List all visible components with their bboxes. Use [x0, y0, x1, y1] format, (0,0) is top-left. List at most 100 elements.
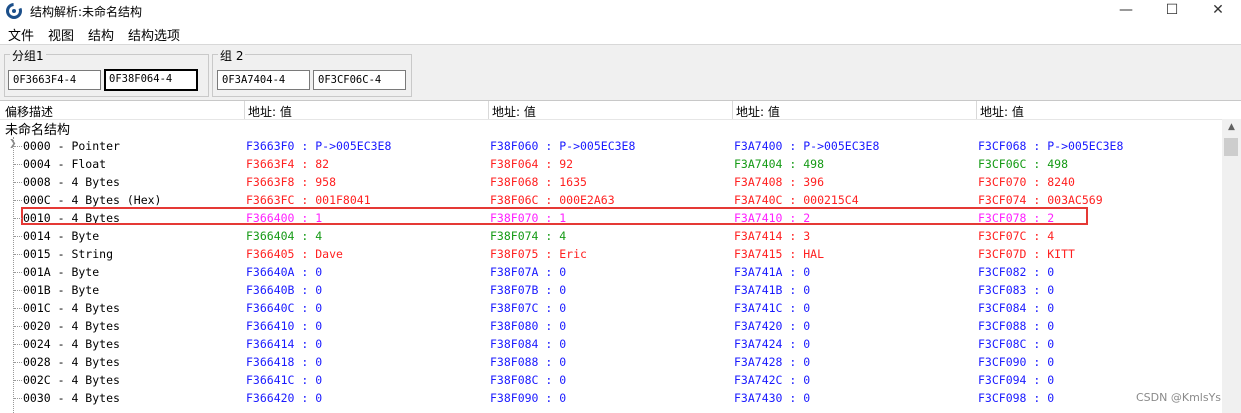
value-column-header-4[interactable]: 地址: 值	[980, 103, 1024, 120]
value-cell[interactable]: F3A7430 : 0	[734, 391, 810, 405]
menu-structure[interactable]: 结构	[88, 25, 114, 44]
value-cell[interactable]: F3A742C : 0	[734, 373, 810, 387]
value-cell[interactable]: F38F080 : 0	[490, 319, 566, 333]
value-cell[interactable]: F36641C : 0	[246, 373, 322, 387]
table-row[interactable]: 0000 - Pointer F3663F0 : P->005EC3E8 F38F0…	[0, 137, 1222, 155]
offset-description: 002C - 4 Bytes	[23, 373, 120, 387]
tree-branch-tick	[14, 236, 22, 238]
value-cell[interactable]: F38F090 : 0	[490, 391, 566, 405]
value-cell[interactable]: F38F088 : 0	[490, 355, 566, 369]
value-cell[interactable]: F3CF08C : 0	[978, 337, 1054, 351]
value-cell[interactable]: F366410 : 0	[246, 319, 322, 333]
tree-branch-tick	[14, 380, 22, 382]
value-cell[interactable]: F38F064 : 92	[490, 157, 573, 171]
table-row[interactable]: 001A - Byte F36640A : 0 F38F07A : 0 F3A741A…	[0, 263, 1222, 281]
scroll-thumb[interactable]	[1224, 138, 1238, 156]
table-row[interactable]: 001C - 4 Bytes F36640C : 0 F38F07C : 0 F3A7…	[0, 299, 1222, 317]
value-cell[interactable]: F3A7414 : 3	[734, 229, 810, 243]
group-1-address-2[interactable]: 0F38F064-4	[104, 69, 198, 91]
value-cell[interactable]: F38F060 : P->005EC3E8	[490, 139, 635, 153]
column-separator[interactable]	[976, 101, 977, 119]
value-cell[interactable]: F3CF088 : 0	[978, 319, 1054, 333]
scroll-up-arrow-icon[interactable]: ▲	[1222, 119, 1241, 136]
table-row[interactable]: 001B - Byte F36640B : 0 F38F07B : 0 F3A741B…	[0, 281, 1222, 299]
group-2-address-1[interactable]: 0F3A7404-4	[217, 70, 310, 90]
value-cell[interactable]: F38F08C : 0	[490, 373, 566, 387]
minimize-button[interactable]: —	[1103, 0, 1149, 22]
value-cell[interactable]: F38F068 : 1635	[490, 175, 587, 189]
value-cell[interactable]: F3A7400 : P->005EC3E8	[734, 139, 879, 153]
value-cell[interactable]: F36640A : 0	[246, 265, 322, 279]
value-cell[interactable]: F366418 : 0	[246, 355, 322, 369]
value-cell[interactable]: F38F06C : 000E2A63	[490, 193, 615, 207]
table-row[interactable]: 0015 - String F366405 : Dave F38F075 : Eri…	[0, 245, 1222, 263]
value-cell[interactable]: F3CF082 : 0	[978, 265, 1054, 279]
value-cell[interactable]: F3A7420 : 0	[734, 319, 810, 333]
column-separator[interactable]	[244, 101, 245, 119]
value-cell[interactable]: F3CF094 : 0	[978, 373, 1054, 387]
value-cell[interactable]: F3A7415 : HAL	[734, 247, 824, 261]
value-cell[interactable]: F366414 : 0	[246, 337, 322, 351]
value-cell[interactable]: F38F07A : 0	[490, 265, 566, 279]
value-column-header-3[interactable]: 地址: 值	[736, 103, 780, 120]
value-cell[interactable]: F38F075 : Eric	[490, 247, 587, 261]
offset-description: 001B - Byte	[23, 283, 100, 297]
table-row[interactable]: 0024 - 4 Bytes F366414 : 0 F38F084 : 0 F3A7…	[0, 335, 1222, 353]
value-cell[interactable]: F3A740C : 000215C4	[734, 193, 859, 207]
value-cell[interactable]: F3CF07C : 4	[978, 229, 1054, 243]
value-cell[interactable]: F3663FC : 001F8041	[246, 193, 371, 207]
value-cell[interactable]: F36640C : 0	[246, 301, 322, 315]
value-cell[interactable]: F3CF070 : 8240	[978, 175, 1075, 189]
value-cell[interactable]: F38F084 : 0	[490, 337, 566, 351]
maximize-button[interactable]: ☐	[1149, 0, 1195, 22]
value-cell[interactable]: F3A741B : 0	[734, 283, 810, 297]
value-cell[interactable]: F366404 : 4	[246, 229, 322, 243]
value-cell[interactable]: F3A7408 : 396	[734, 175, 824, 189]
structure-root-name[interactable]: 未命名结构	[5, 119, 70, 138]
menu-view[interactable]: 视图	[48, 25, 74, 44]
value-cell[interactable]: F366405 : Dave	[246, 247, 343, 261]
value-cell[interactable]: F3663F8 : 958	[246, 175, 336, 189]
value-cell[interactable]: F3CF07D : KITT	[978, 247, 1075, 261]
value-cell[interactable]: F3CF083 : 0	[978, 283, 1054, 297]
watermark: CSDN @KmlsYs	[1136, 391, 1222, 404]
value-cell[interactable]: F3A741A : 0	[734, 265, 810, 279]
offset-column-header[interactable]: 偏移描述	[5, 103, 53, 120]
table-row[interactable]: 0020 - 4 Bytes F366410 : 0 F38F080 : 0 F3A7…	[0, 317, 1222, 335]
value-cell[interactable]: F38F074 : 4	[490, 229, 566, 243]
value-cell[interactable]: F3CF06C : 498	[978, 157, 1068, 171]
value-cell[interactable]: F3663F4 : 82	[246, 157, 329, 171]
value-cell[interactable]: F3CF098 : 0	[978, 391, 1054, 405]
value-cell[interactable]: F3A741C : 0	[734, 301, 810, 315]
group-2-address-2[interactable]: 0F3CF06C-4	[313, 70, 406, 90]
group-2-label: 组 2	[218, 47, 246, 64]
value-cell[interactable]: F3CF084 : 0	[978, 301, 1054, 315]
value-cell[interactable]: F3A7424 : 0	[734, 337, 810, 351]
offset-description: 0004 - Float	[23, 157, 107, 171]
value-cell[interactable]: F3CF090 : 0	[978, 355, 1054, 369]
value-column-header-1[interactable]: 地址: 值	[248, 103, 292, 120]
value-cell[interactable]: F3A7428 : 0	[734, 355, 810, 369]
table-row[interactable]: 0028 - 4 Bytes F366418 : 0 F38F088 : 0 F3A7…	[0, 353, 1222, 371]
value-cell[interactable]: F3A7404 : 498	[734, 157, 824, 171]
column-separator[interactable]	[488, 101, 489, 119]
value-cell[interactable]: F3663F0 : P->005EC3E8	[246, 139, 391, 153]
value-cell[interactable]: F366420 : 0	[246, 391, 322, 405]
value-cell[interactable]: F3CF074 : 003AC569	[978, 193, 1103, 207]
column-separator[interactable]	[732, 101, 733, 119]
table-row[interactable]: 002C - 4 Bytes F36641C : 0 F38F08C : 0 F3A7…	[0, 371, 1222, 389]
table-row[interactable]: 0030 - 4 Bytes F366420 : 0 F38F090 : 0 F3A7…	[0, 389, 1222, 407]
vertical-scrollbar[interactable]: ▲	[1222, 119, 1241, 413]
value-cell[interactable]: F38F07C : 0	[490, 301, 566, 315]
value-cell[interactable]: F3CF068 : P->005EC3E8	[978, 139, 1123, 153]
menu-structure-options[interactable]: 结构选项	[128, 25, 180, 44]
value-cell[interactable]: F38F07B : 0	[490, 283, 566, 297]
value-cell[interactable]: F36640B : 0	[246, 283, 322, 297]
table-row[interactable]: 0008 - 4 Bytes F3663F8 : 958 F38F068 : 163…	[0, 173, 1222, 191]
value-column-header-2[interactable]: 地址: 值	[492, 103, 536, 120]
menu-file[interactable]: 文件	[8, 25, 34, 44]
table-row[interactable]: 0014 - Byte F366404 : 4 F38F074 : 4 F3A7414…	[0, 227, 1222, 245]
group-1-address-1[interactable]: 0F3663F4-4	[8, 70, 101, 90]
close-button[interactable]: ✕	[1195, 0, 1241, 22]
table-row[interactable]: 0004 - Float F3663F4 : 82 F38F064 : 92 F3A7…	[0, 155, 1222, 173]
